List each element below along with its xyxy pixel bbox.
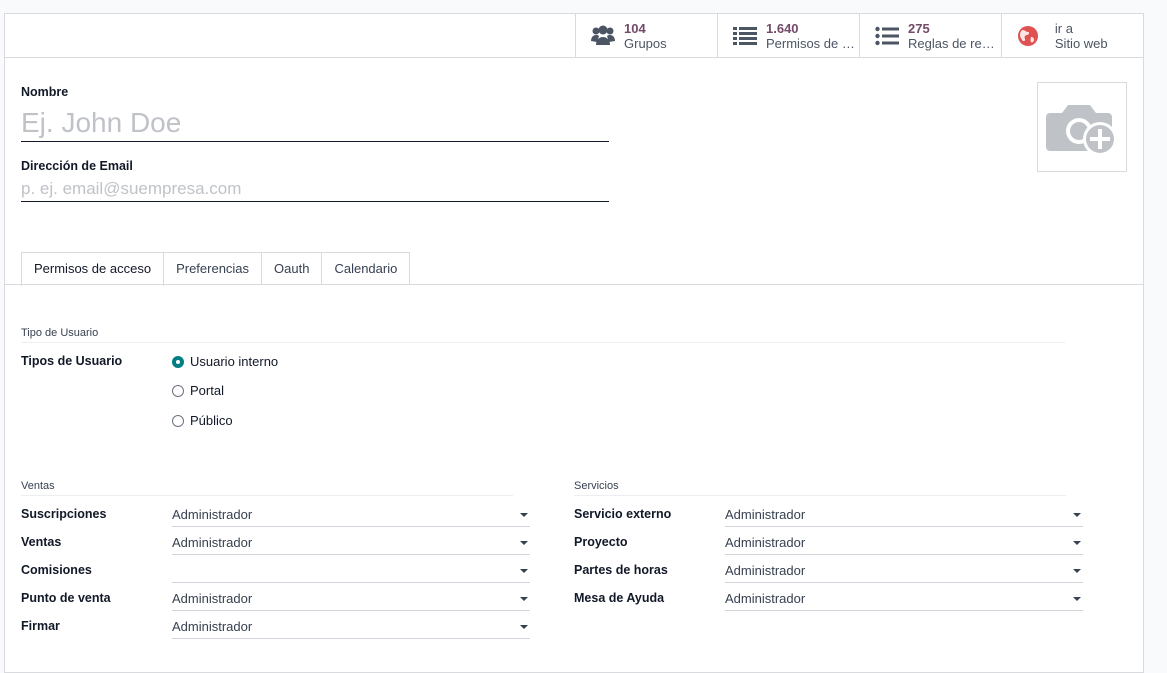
helpdesk-label: Mesa de Ayuda: [574, 591, 665, 605]
project-label: Proyecto: [574, 535, 628, 549]
name-label: Nombre: [21, 85, 69, 99]
name-input[interactable]: [21, 104, 609, 142]
caret-down-icon: [520, 569, 528, 573]
tabs-divider: [5, 284, 1143, 285]
avatar-upload[interactable]: [1037, 82, 1127, 172]
radio-internal-user[interactable]: Usuario interno: [172, 354, 278, 369]
caret-down-icon: [1073, 597, 1081, 601]
commissions-select[interactable]: [172, 559, 530, 583]
tab-access-rights[interactable]: Permisos de acceso: [21, 252, 165, 286]
notebook-tabs: Permisos de acceso Preferencias Oauth Ca…: [21, 252, 411, 286]
camera-add-icon: [1046, 105, 1117, 156]
services-section-title: Servicios: [574, 480, 619, 492]
point-of-sale-label: Punto de venta: [21, 591, 111, 605]
website-go-label: ir a: [1054, 21, 1073, 36]
radio-unselected-icon: [172, 414, 184, 427]
website-label: Sitio web: [1054, 36, 1108, 51]
radio-public-label: Público: [190, 413, 233, 428]
caret-down-icon: [520, 513, 528, 517]
access-rights-label: Permisos de acceso: [766, 36, 858, 51]
caret-down-icon: [1073, 513, 1081, 517]
groups-count: 104: [624, 21, 646, 36]
user-type-section-title: Tipo de Usuario: [21, 327, 99, 339]
sales-value: Administrador: [172, 535, 253, 550]
point-of-sale-select[interactable]: Administrador: [172, 587, 530, 611]
user-type-label: Tipos de Usuario: [21, 354, 123, 368]
email-label: Dirección de Email: [21, 159, 133, 173]
caret-down-icon: [520, 597, 528, 601]
subscriptions-select[interactable]: Administrador: [172, 503, 530, 527]
record-rules-count: 275: [908, 21, 930, 36]
external-service-select[interactable]: Administrador: [725, 503, 1083, 527]
email-input[interactable]: [21, 176, 609, 202]
services-section-rule: [574, 495, 1066, 496]
globe-icon: [1016, 23, 1041, 49]
helpdesk-select[interactable]: Administrador: [725, 587, 1083, 611]
external-service-value: Administrador: [725, 507, 806, 522]
groups-label: Grupos: [624, 36, 667, 51]
tab-calendar[interactable]: Calendario: [321, 252, 411, 285]
external-service-label: Servicio externo: [574, 507, 672, 521]
sales-select[interactable]: Administrador: [172, 531, 530, 555]
access-rights-count: 1.640: [766, 21, 799, 36]
timesheets-select[interactable]: Administrador: [725, 559, 1083, 583]
tab-preferences[interactable]: Preferencias: [163, 252, 263, 285]
stat-button-box: 104 Grupos 1.640 Permisos de acceso 275 …: [575, 14, 1143, 58]
tab-oauth[interactable]: Oauth: [261, 252, 323, 285]
radio-internal-user-label: Usuario interno: [190, 354, 279, 369]
commissions-label: Comisiones: [21, 563, 92, 577]
helpdesk-value: Administrador: [725, 591, 806, 606]
timesheets-value: Administrador: [725, 563, 806, 578]
go-to-website-button[interactable]: ir a Sitio web: [1001, 14, 1143, 58]
sign-value: Administrador: [172, 619, 253, 634]
project-value: Administrador: [725, 535, 806, 550]
timesheets-label: Partes de horas: [574, 563, 668, 577]
project-select[interactable]: Administrador: [725, 531, 1083, 555]
form-sheet: 104 Grupos 1.640 Permisos de acceso 275 …: [4, 13, 1144, 673]
radio-portal[interactable]: Portal: [172, 383, 224, 398]
point-of-sale-value: Administrador: [172, 591, 253, 606]
sales-label: Ventas: [21, 535, 62, 549]
record-rules-label: Reglas de registro: [908, 36, 1000, 51]
access-rights-stat-button[interactable]: 1.640 Permisos de acceso: [717, 14, 859, 58]
users-icon: [590, 23, 616, 49]
record-rules-stat-button[interactable]: 275 Reglas de registro: [859, 14, 1001, 58]
sales-section-rule: [21, 495, 513, 496]
caret-down-icon: [520, 625, 528, 629]
radio-selected-icon: [172, 355, 184, 368]
caret-down-icon: [520, 541, 528, 545]
sales-section-title: Ventas: [21, 480, 55, 492]
user-type-section-rule: [21, 342, 1065, 343]
sign-label: Firmar: [21, 619, 60, 633]
caret-down-icon: [1073, 569, 1081, 573]
caret-down-icon: [1073, 541, 1081, 545]
radio-unselected-icon: [172, 384, 184, 397]
radio-portal-label: Portal: [190, 383, 224, 398]
sign-select[interactable]: Administrador: [172, 615, 530, 639]
subscriptions-value: Administrador: [172, 507, 253, 522]
list-icon: [732, 23, 758, 49]
radio-public[interactable]: Público: [172, 413, 233, 428]
subscriptions-label: Suscripciones: [21, 507, 107, 521]
groups-stat-button[interactable]: 104 Grupos: [575, 14, 717, 58]
list-bullet-icon: [874, 23, 900, 49]
